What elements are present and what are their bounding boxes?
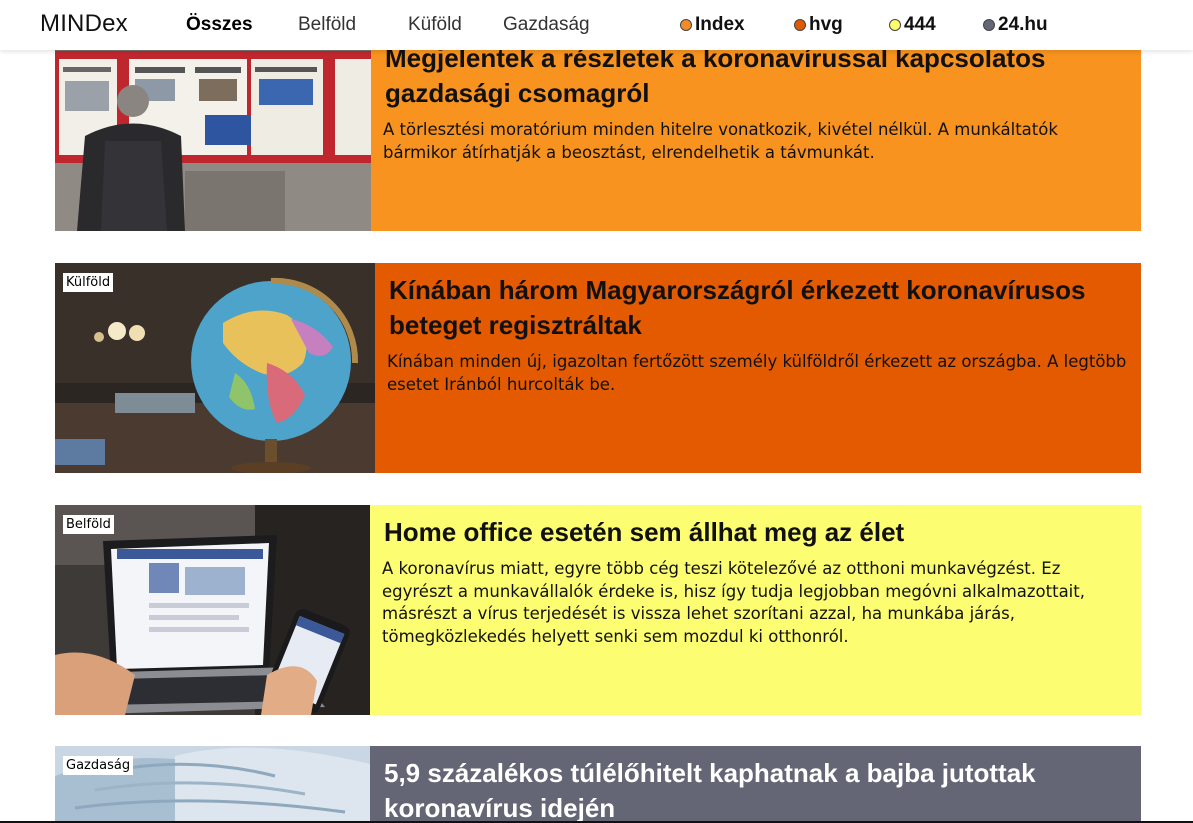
article-content: Home office esetén sem állhat meg az éle… xyxy=(370,505,1141,715)
source-label: Index xyxy=(695,14,745,35)
source-label: 24.hu xyxy=(998,14,1048,35)
article-content: Kínában három Magyarországról érkezett k… xyxy=(375,263,1141,473)
article-card[interactable]: Gazdaság 5,9 százalékos túlélőhitelt kap… xyxy=(55,746,1141,823)
source-filter-444[interactable]: 444 xyxy=(889,14,936,36)
category-badge: Külföld xyxy=(63,273,114,292)
article-content: Megjelentek a részletek a koronavírussal… xyxy=(371,31,1141,231)
globe-image xyxy=(55,263,375,473)
article-title-line: koronavírus idején xyxy=(384,793,616,823)
article-lead: A koronavírus miatt, egyre több cég tesz… xyxy=(382,559,1085,646)
category-badge: Belföld xyxy=(63,515,114,534)
nav-tab-economy[interactable]: Gazdaság xyxy=(503,14,590,36)
site-logo[interactable]: MINDex xyxy=(40,10,128,38)
article-title-line: 5,9 százalékos túlélőhitelt kaphatnak a … xyxy=(384,758,1036,788)
article-lead: A törlesztési moratórium minden hitelre … xyxy=(383,120,1058,162)
source-filter-hvg[interactable]: hvg xyxy=(794,14,843,36)
nav-tab-domestic[interactable]: Belföld xyxy=(298,14,356,36)
article-title[interactable]: Megjelentek a részletek a koronavírussal… xyxy=(383,41,1127,111)
article-title-line: Kínában három Magyarországról érkezett k… xyxy=(389,275,1086,305)
article-lead: Kínában minden új, igazoltan fertőzött s… xyxy=(387,352,1127,394)
article-card[interactable]: Megjelentek a részletek a koronavírussal… xyxy=(55,31,1141,231)
nav-tab-foreign[interactable]: Küföld xyxy=(408,14,462,36)
article-card[interactable]: Belföld Home office esetén sem állhat me… xyxy=(55,505,1141,715)
source-label: hvg xyxy=(809,14,843,35)
article-card[interactable]: Külföld Kínában három Magyarországról ér… xyxy=(55,263,1141,473)
source-color-dot xyxy=(794,19,806,31)
category-badge: Gazdaság xyxy=(63,756,134,775)
article-content: 5,9 százalékos túlélőhitelt kaphatnak a … xyxy=(370,746,1141,823)
source-color-dot xyxy=(983,19,995,31)
article-title-line: gazdasági csomagról xyxy=(385,78,650,108)
top-navigation-bar: MINDex Összes Belföld Küföld Gazdaság In… xyxy=(0,0,1193,50)
viewport: MINDex Összes Belföld Küföld Gazdaság In… xyxy=(0,0,1193,823)
article-title[interactable]: 5,9 százalékos túlélőhitelt kaphatnak a … xyxy=(382,756,1127,823)
article-title-line: Home office esetén sem állhat meg az éle… xyxy=(384,517,905,547)
laptop-phone-image xyxy=(55,505,370,715)
article-thumbnail xyxy=(55,31,371,231)
article-title[interactable]: Kínában három Magyarországról érkezett k… xyxy=(387,273,1127,343)
article-thumbnail: Külföld xyxy=(55,263,375,473)
article-title[interactable]: Home office esetén sem állhat meg az éle… xyxy=(382,515,1127,550)
newspaper-stand-image xyxy=(55,31,371,231)
source-color-dot xyxy=(889,19,901,31)
source-filter-24hu[interactable]: 24.hu xyxy=(983,14,1048,36)
source-filter-index[interactable]: Index xyxy=(680,14,745,36)
source-color-dot xyxy=(680,19,692,31)
article-thumbnail: Belföld xyxy=(55,505,370,715)
article-thumbnail: Gazdaság xyxy=(55,746,370,823)
article-title-line: beteget regisztráltak xyxy=(389,310,642,340)
source-label: 444 xyxy=(904,14,936,35)
nav-tab-all[interactable]: Összes xyxy=(186,14,253,36)
